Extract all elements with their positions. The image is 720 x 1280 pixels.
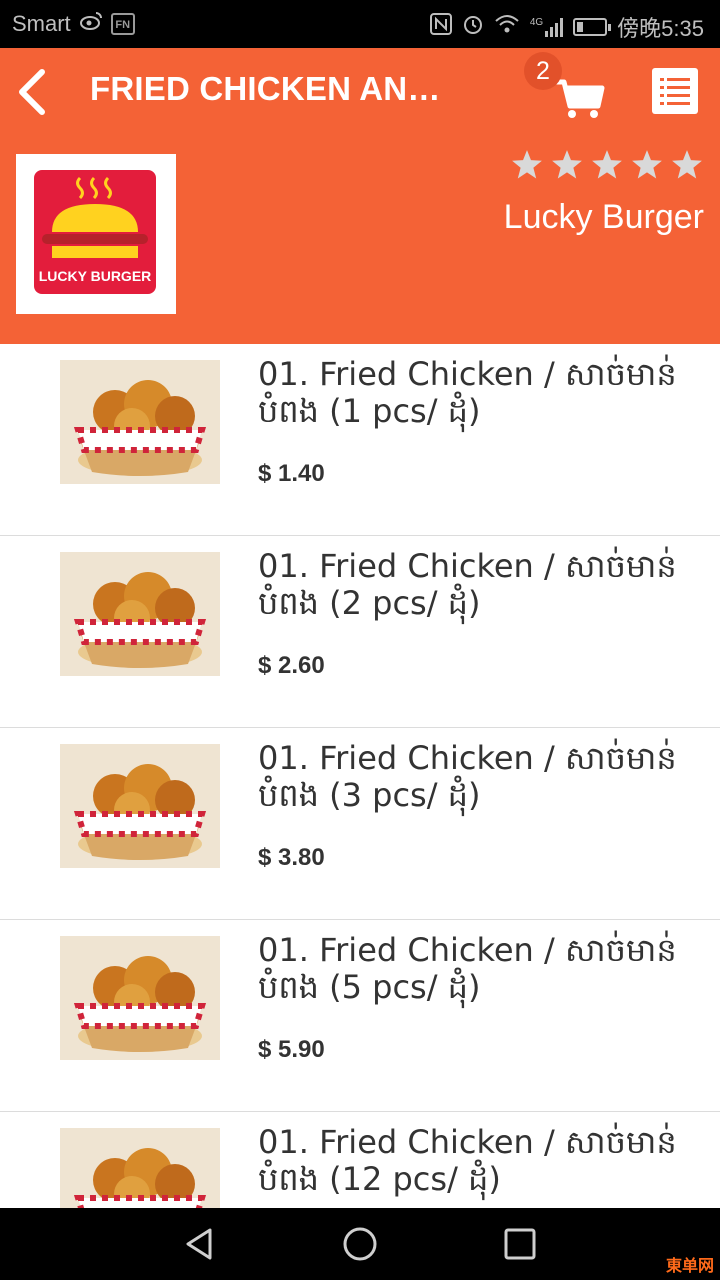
- list-item[interactable]: 01. Fried Chicken / សាច់មាន់បំពង (2 pcs/…: [0, 536, 720, 728]
- triangle-back-icon: [186, 1228, 212, 1260]
- cell-signal-icon: 4G: [530, 17, 564, 37]
- nav-recents-button[interactable]: [502, 1226, 538, 1262]
- cart-count-badge: 2: [524, 52, 562, 90]
- list-item[interactable]: 01. Fried Chicken / សាច់មាន់បំពង (5 pcs/…: [0, 920, 720, 1112]
- status-bar: Smart FN 4G 傍晚5:35: [0, 0, 720, 48]
- wifi-icon: [494, 14, 520, 40]
- store-name: Lucky Burger: [503, 198, 704, 236]
- item-name: 01. Fried Chicken / សាច់មាន់បំពង (5 pcs/…: [258, 931, 677, 1006]
- store-rating: [510, 148, 704, 182]
- page-title: FRIED CHICKEN AND ...: [90, 70, 450, 107]
- burger-logo-icon: [42, 176, 148, 258]
- menu-item-list[interactable]: 01. Fried Chicken / សាច់មាន់បំពង (1 pcs/…: [0, 344, 720, 1208]
- item-name: 01. Fried Chicken / សាច់មាន់បំពង (2 pcs/…: [258, 547, 677, 622]
- item-price: $ 3.80: [258, 844, 325, 871]
- item-name: 01. Fried Chicken / សាច់មាន់បំពង (1 pcs/…: [258, 355, 677, 430]
- list-item[interactable]: 01. Fried Chicken / សាច់មាន់បំពង (3 pcs/…: [0, 728, 720, 920]
- fried-chicken-image: [60, 744, 220, 868]
- list-item[interactable]: 01. Fried Chicken / សាច់មាន់បំពង (1 pcs/…: [0, 344, 720, 536]
- list-menu-icon: [660, 78, 690, 105]
- item-price: $ 2.60: [258, 652, 325, 679]
- battery-icon: [573, 18, 612, 36]
- star-icon: [552, 150, 582, 179]
- store-logo: LUCKY BURGER: [16, 154, 176, 314]
- star-icon: [512, 150, 542, 179]
- square-recents-icon: [504, 1228, 536, 1260]
- item-name: 01. Fried Chicken / សាច់មាន់បំពង (3 pcs/…: [258, 739, 677, 814]
- star-icon: [672, 150, 702, 179]
- list-item[interactable]: 01. Fried Chicken / សាច់មាន់បំពង (12 pcs…: [0, 1112, 720, 1208]
- nav-home-button[interactable]: [342, 1226, 378, 1262]
- alarm-icon: [462, 13, 484, 41]
- fried-chicken-image: [60, 936, 220, 1060]
- nfc-icon: [429, 13, 452, 41]
- fried-chicken-image: [60, 1128, 220, 1208]
- fried-chicken-image: [60, 552, 220, 676]
- logo-text: LUCKY BURGER: [38, 268, 152, 284]
- item-name: 01. Fried Chicken / សាច់មាន់បំពង (12 pcs…: [258, 1123, 677, 1198]
- fried-chicken-image: [60, 360, 220, 484]
- star-icon: [592, 150, 622, 179]
- clock-time: 傍晚5:35: [617, 16, 704, 41]
- item-price: $ 1.40: [258, 460, 325, 487]
- nav-back-button[interactable]: [182, 1226, 218, 1262]
- watermark: 東单网: [665, 1256, 714, 1275]
- system-nav-bar: 東单网: [0, 1208, 720, 1280]
- weibo-icon: [79, 11, 103, 37]
- menu-button[interactable]: [652, 68, 698, 114]
- store-header: FRIED CHICKEN AND ... 2 LUCKY BURGER Luc…: [0, 48, 720, 344]
- back-button[interactable]: [14, 68, 54, 116]
- star-icon: [632, 150, 662, 179]
- carrier-label: Smart: [12, 11, 71, 36]
- item-price: $ 5.90: [258, 1036, 325, 1063]
- circle-home-icon: [343, 1227, 377, 1261]
- chevron-left-icon: [19, 69, 45, 115]
- notification-badge-icon: FN: [110, 13, 135, 35]
